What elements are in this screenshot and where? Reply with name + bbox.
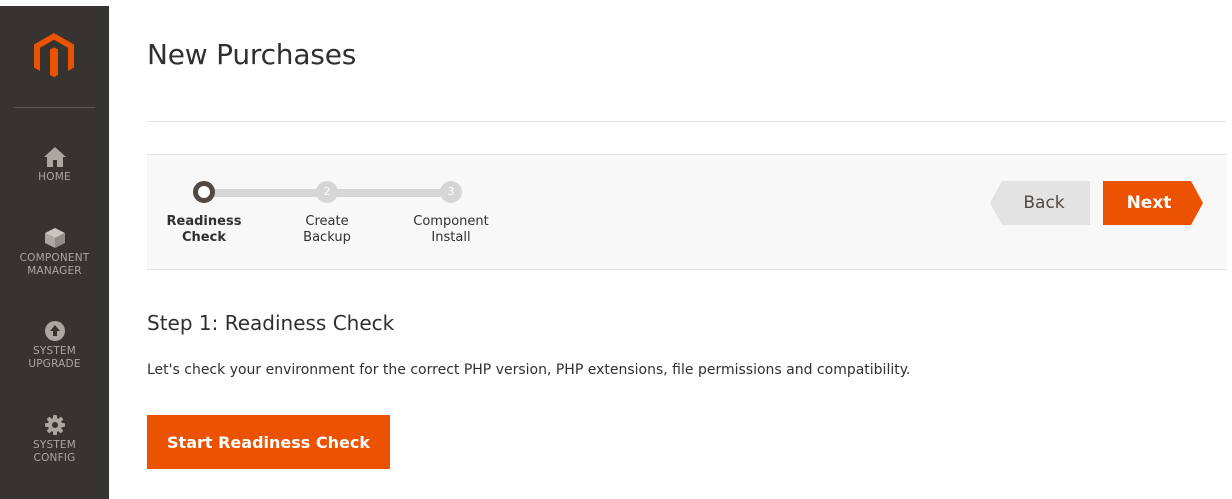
title-divider	[147, 121, 1227, 122]
home-icon	[43, 147, 66, 167]
start-readiness-check-button[interactable]: Start Readiness Check	[147, 415, 390, 469]
step-component-install: 3 Component Install	[396, 181, 506, 246]
upgrade-arrow-icon	[44, 321, 65, 341]
sidebar-item-label: CONFIG	[33, 452, 76, 464]
step-indicator-active	[193, 181, 215, 203]
step-description: Let's check your environment for the cor…	[147, 362, 911, 378]
component-cube-icon	[44, 228, 65, 248]
back-button[interactable]: Back	[990, 181, 1090, 225]
sidebar-divider	[14, 107, 95, 108]
step-label: Readiness Check	[149, 214, 259, 246]
step-label-line: Create	[305, 214, 349, 229]
sidebar-item-component-manager[interactable]: COMPONENT MANAGER	[0, 228, 109, 278]
step-label-line: Backup	[303, 230, 351, 245]
step-label-line: Component	[413, 214, 489, 229]
sidebar-item-label: UPGRADE	[28, 358, 81, 370]
step-label: Component Install	[396, 214, 506, 246]
gear-icon	[44, 415, 65, 435]
sidebar-item-system-upgrade[interactable]: SYSTEM UPGRADE	[0, 321, 109, 371]
sidebar-item-label: MANAGER	[27, 265, 82, 277]
back-button-label: Back	[1023, 193, 1065, 213]
page-title: New Purchases	[147, 38, 357, 71]
step-label-line: Install	[431, 230, 471, 245]
sidebar-nav: HOME COMPONENT MANAGER SYSTEM UPGRADE SY…	[0, 6, 109, 499]
step-indicator: 3	[440, 181, 462, 203]
step-label: Create Backup	[272, 214, 382, 246]
step-label-line: Readiness	[166, 214, 242, 229]
sidebar-item-label: HOME	[38, 171, 71, 183]
sidebar-item-label: SYSTEM	[32, 345, 77, 357]
step-label-line: Check	[182, 230, 226, 245]
sidebar-item-system-config[interactable]: SYSTEM CONFIG	[0, 415, 109, 465]
next-button[interactable]: Next	[1103, 181, 1203, 225]
wizard-progress-bar: Readiness Check 2 Create Backup 3 Compon…	[147, 154, 1227, 270]
step-indicator: 2	[316, 181, 338, 203]
sidebar-item-home[interactable]: HOME	[0, 147, 109, 184]
sidebar-item-label: COMPONENT	[19, 252, 90, 264]
sidebar-item-label: SYSTEM	[32, 439, 77, 451]
next-button-label: Next	[1126, 193, 1172, 213]
magento-logo-icon[interactable]	[34, 33, 74, 79]
step-heading: Step 1: Readiness Check	[147, 311, 395, 335]
step-create-backup: 2 Create Backup	[272, 181, 382, 246]
step-readiness-check: Readiness Check	[149, 181, 259, 246]
